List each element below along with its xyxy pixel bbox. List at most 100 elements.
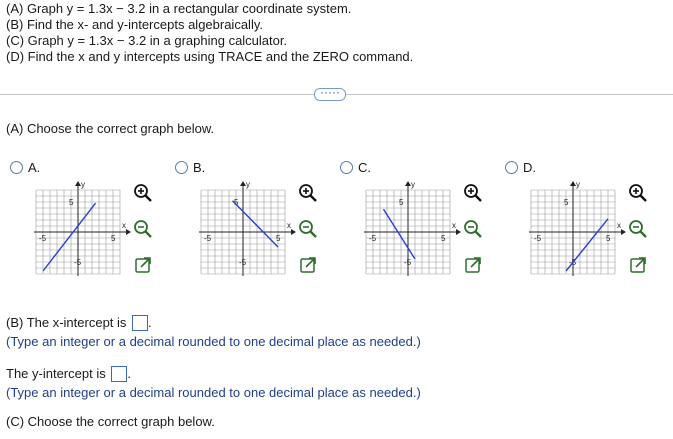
zoom-in-icon[interactable] — [297, 182, 319, 204]
handle — [144, 194, 152, 202]
expand-graph-icon-svg — [630, 257, 646, 273]
option-a-radio-group[interactable]: A. — [10, 160, 40, 175]
y-intercept-row: The y-intercept is . — [6, 366, 131, 382]
x-tick-label: -5 — [39, 234, 47, 243]
option-letter: B. — [193, 160, 206, 175]
zoom-in-icon-svg — [134, 184, 152, 202]
x-tick-label: -5 — [369, 234, 377, 243]
y-tick-label: -5 — [404, 258, 412, 267]
coordinate-grid-svg: xy5-5-55 — [34, 180, 131, 276]
y-tick-label: 5 — [564, 198, 569, 207]
expand-graph-icon[interactable] — [462, 254, 484, 276]
x-intercept-row: (B) The x-intercept is . — [6, 315, 152, 331]
x-axis-label: x — [287, 221, 291, 230]
x-axis-arrow — [291, 229, 296, 235]
expand-graph-icon[interactable] — [627, 254, 649, 276]
zoom-out-icon-svg — [134, 220, 152, 238]
x-tick-label: 5 — [111, 234, 116, 243]
option-c-graph: x y 5 -5 -5 5 — [360, 180, 464, 287]
handle — [309, 230, 317, 238]
coordinate-grid-svg: xy5-5-55 — [364, 180, 461, 276]
zoom-in-icon-svg — [299, 184, 317, 202]
x-tick-label: 5 — [606, 234, 611, 243]
part-c-prompt: (C) Choose the correct graph below. — [6, 414, 215, 429]
period: . — [127, 366, 131, 381]
y-tick-label: 5 — [399, 198, 404, 207]
handle — [639, 194, 647, 202]
zoom-in-icon[interactable] — [462, 182, 484, 204]
x-axis-arrow — [456, 229, 461, 235]
expand-graph-icon-svg — [465, 257, 481, 273]
y-tick-label: 5 — [69, 198, 74, 207]
option-d-radio-group[interactable]: D. — [505, 160, 536, 175]
x-tick-label: 5 — [276, 234, 281, 243]
y-axis-label: y — [81, 180, 85, 189]
expand-more-button[interactable]: ····· — [314, 86, 346, 101]
radio-button[interactable] — [505, 161, 518, 174]
y-tick-label: -5 — [74, 258, 82, 267]
expand-graph-icon[interactable] — [132, 254, 154, 276]
radio-button[interactable] — [340, 161, 353, 174]
y-axis-label: y — [246, 180, 250, 189]
part-a-prompt: (A) Choose the correct graph below. — [6, 121, 215, 136]
option-letter: D. — [523, 160, 536, 175]
plotted-line — [382, 208, 416, 260]
zoom-in-icon-svg — [464, 184, 482, 202]
problem-line: (B) Find the x- and y-intercepts algebra… — [6, 17, 263, 32]
period: . — [148, 315, 152, 330]
y-axis-label: y — [576, 180, 580, 189]
x-tick-label: -5 — [534, 234, 542, 243]
y-axis-label: y — [411, 180, 415, 189]
option-a-graph: x y 5 -5 -5 5 — [30, 180, 134, 287]
arrow-shaft — [140, 258, 150, 268]
expand-graph-icon-svg — [300, 257, 316, 273]
option-d-graph: xy5-5-55 — [525, 180, 629, 287]
handle — [144, 230, 152, 238]
problem-line: (D) Find the x and y intercepts using TR… — [6, 49, 414, 64]
handle — [309, 194, 317, 202]
arrow-shaft — [470, 258, 480, 268]
arrow-shaft — [635, 258, 645, 268]
y-tick-label: -5 — [239, 258, 247, 267]
handle — [474, 194, 482, 202]
x-intercept-input[interactable] — [132, 315, 149, 331]
zoom-out-icon-svg — [299, 220, 317, 238]
x-axis-arrow — [126, 229, 131, 235]
radio-button[interactable] — [10, 161, 23, 174]
x-axis-label: x — [617, 221, 621, 230]
coordinate-grid-svg: xy5-5-55 — [529, 180, 626, 276]
expand-graph-icon[interactable] — [297, 254, 319, 276]
zoom-out-icon-svg — [629, 220, 647, 238]
handle — [639, 230, 647, 238]
x-tick-label: 5 — [441, 234, 446, 243]
zoom-out-icon[interactable] — [132, 218, 154, 240]
expand-graph-icon-svg — [135, 257, 151, 273]
plotted-line — [42, 202, 97, 272]
zoom-in-icon[interactable] — [627, 182, 649, 204]
x-axis-label: x — [122, 221, 126, 230]
option-letter: C. — [358, 160, 371, 175]
zoom-in-icon[interactable] — [132, 182, 154, 204]
y-intercept-prompt: The y-intercept is — [6, 366, 106, 381]
y-intercept-hint: (Type an integer or a decimal rounded to… — [6, 385, 421, 400]
y-intercept-input[interactable] — [111, 366, 128, 382]
option-letter: A. — [28, 160, 41, 175]
x-axis-arrow — [621, 229, 626, 235]
zoom-in-icon-svg — [629, 184, 647, 202]
problem-line: (C) Graph y = 1.3x − 3.2 in a graphing c… — [6, 33, 288, 48]
x-intercept-prompt: (B) The x-intercept is — [6, 315, 127, 330]
x-axis-label: x — [452, 221, 456, 230]
option-b-radio-group[interactable]: B. — [175, 160, 205, 175]
zoom-out-icon[interactable] — [462, 218, 484, 240]
coordinate-grid-svg: xy5-5-55 — [199, 180, 296, 276]
option-c-radio-group[interactable]: C. — [340, 160, 371, 175]
problem-line: (A) Graph y = 1.3x − 3.2 in a rectangula… — [6, 1, 352, 16]
x-intercept-hint: (Type an integer or a decimal rounded to… — [6, 334, 421, 349]
handle — [474, 230, 482, 238]
x-tick-label: -5 — [204, 234, 212, 243]
zoom-out-icon[interactable] — [297, 218, 319, 240]
radio-button[interactable] — [175, 161, 188, 174]
problem-statement: (A) Graph y = 1.3x − 3.2 in a rectangula… — [6, 1, 413, 65]
zoom-out-icon-svg — [464, 220, 482, 238]
zoom-out-icon[interactable] — [627, 218, 649, 240]
